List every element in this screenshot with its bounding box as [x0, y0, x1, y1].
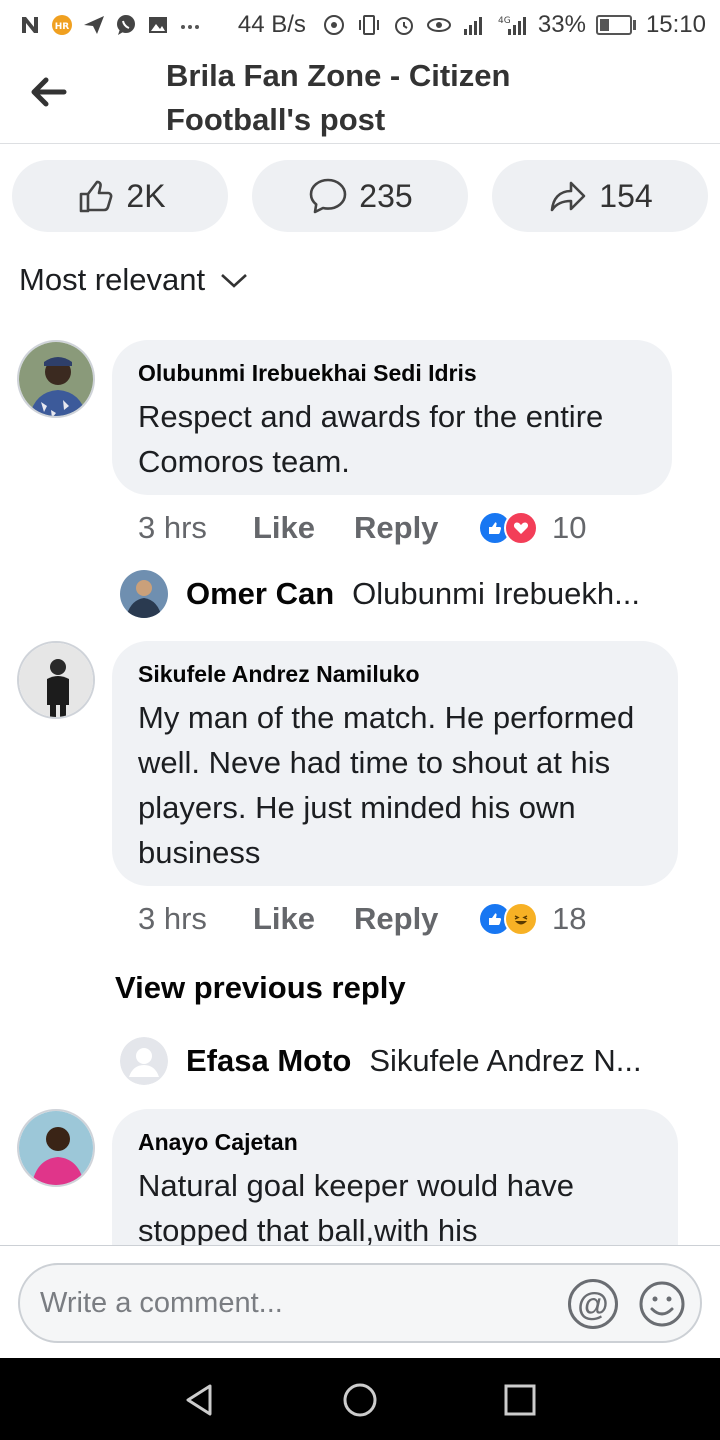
avatar[interactable]: [17, 1109, 95, 1187]
share-button[interactable]: 154: [492, 160, 708, 232]
comment-meta: 3 hrs Like Reply 10: [138, 510, 586, 546]
at-icon: @: [577, 1285, 609, 1322]
comment-input[interactable]: [40, 1265, 560, 1341]
page-title: Brila Fan Zone - Citizen Football's post: [166, 58, 511, 137]
reply-preview[interactable]: Efasa Moto Sikufele Andrez N...: [120, 1037, 642, 1085]
comment-icon: [309, 178, 347, 214]
n-icon: [18, 13, 42, 37]
battery-percent: 33%: [537, 11, 586, 38]
comment-bubble: Olubunmi Irebuekhai Sedi Idris Respect a…: [112, 340, 672, 495]
comment-box: @: [18, 1263, 702, 1343]
like-count: 2K: [126, 177, 166, 214]
reply-avatar[interactable]: [120, 1037, 168, 1085]
reaction-summary[interactable]: [478, 511, 538, 545]
chevron-down-icon: [221, 274, 247, 288]
reaction-summary[interactable]: [478, 902, 538, 936]
image-icon: [146, 13, 170, 37]
commenter-name[interactable]: Anayo Cajetan: [138, 1127, 652, 1157]
share-count: 154: [599, 177, 653, 214]
send-icon: [82, 13, 106, 37]
comment-time[interactable]: 3 hrs: [138, 901, 253, 937]
emoji-button[interactable]: [637, 1279, 687, 1329]
reply-preview[interactable]: Omer Can Olubunmi Irebuekh...: [120, 570, 640, 618]
hotspot-icon: [323, 15, 344, 35]
reply-avatar[interactable]: [120, 570, 168, 618]
nav-home-icon[interactable]: [340, 1380, 380, 1420]
comment-meta: 3 hrs Like Reply 18: [138, 901, 586, 937]
reply-snippet: Sikufele Andrez N...: [369, 1043, 642, 1078]
clock: 15:10: [645, 11, 706, 38]
eye-icon: [426, 18, 451, 32]
sort-label: Most relevant: [19, 262, 206, 297]
reply-snippet: Olubunmi Irebuekh...: [352, 576, 640, 611]
smiley-icon: [639, 1281, 685, 1327]
comment-like-button[interactable]: Like: [253, 901, 354, 937]
like-button[interactable]: 2K: [12, 160, 228, 232]
comment-like-button[interactable]: Like: [253, 510, 354, 546]
comment-reply-button[interactable]: Reply: [354, 510, 462, 546]
sort-dropdown[interactable]: Most relevant: [19, 262, 249, 298]
comment-composer: @: [0, 1245, 720, 1358]
reaction-count: 10: [552, 510, 587, 545]
system-icons: 44 B/s 4G 33% 15:10: [238, 11, 706, 39]
reply-author[interactable]: Omer Can: [186, 576, 334, 612]
signal-icon: [463, 17, 482, 35]
network-speed: 44 B/s: [237, 11, 306, 38]
love-reaction-icon: [504, 511, 538, 545]
commenter-name[interactable]: Olubunmi Irebuekhai Sedi Idris: [138, 358, 646, 388]
reaction-count: 18: [552, 901, 587, 936]
badge-icon: HR: [50, 13, 74, 37]
post-actions: 2K 235 154: [12, 160, 708, 232]
comment-text: My man of the match. He performed well. …: [138, 700, 635, 870]
comment-time[interactable]: 3 hrs: [138, 510, 253, 546]
arrow-left-icon: [31, 77, 67, 107]
svg-text:HR: HR: [55, 22, 70, 32]
comment-text: Natural goal keeper would have stopped t…: [138, 1168, 574, 1245]
view-previous-reply-link[interactable]: View previous reply: [115, 970, 406, 1006]
reply-author[interactable]: Efasa Moto: [186, 1043, 351, 1079]
comment-bubble: Anayo Cajetan Natural goal keeper would …: [112, 1109, 678, 1245]
comment-text: Respect and awards for the entire Comoro…: [138, 399, 604, 479]
mention-button[interactable]: @: [568, 1279, 618, 1329]
comment-count: 235: [359, 177, 413, 214]
back-button[interactable]: [20, 70, 76, 114]
post-header: Brila Fan Zone - Citizen Football's post: [0, 50, 720, 144]
haha-reaction-icon: [504, 902, 538, 936]
commenter-name[interactable]: Sikufele Andrez Namiluko: [138, 659, 652, 689]
notification-icons: HR: [18, 13, 202, 37]
svg-text:4G: 4G: [498, 16, 511, 26]
comment-bubble: Sikufele Andrez Namiluko My man of the m…: [112, 641, 678, 886]
signal-4g-icon: 4G: [498, 16, 526, 35]
thumbs-up-icon: [80, 180, 113, 213]
comment-button[interactable]: 235: [252, 160, 468, 232]
share-icon: [550, 181, 586, 212]
battery-icon: [595, 15, 636, 35]
avatar[interactable]: [17, 641, 95, 719]
alarm-icon: [394, 17, 413, 35]
vibrate-icon: [358, 15, 379, 35]
avatar[interactable]: [17, 340, 95, 418]
system-nav-bar: [0, 1358, 720, 1440]
comment: Anayo Cajetan Natural goal keeper would …: [0, 1109, 720, 1245]
whatsapp-icon: [114, 13, 138, 37]
comment-reply-button[interactable]: Reply: [354, 901, 462, 937]
more-icon: [178, 13, 202, 37]
nav-back-icon[interactable]: [180, 1380, 220, 1420]
status-bar: HR 44 B/s 4G 33% 15:10: [0, 0, 720, 50]
nav-recent-apps-icon[interactable]: [500, 1380, 540, 1420]
